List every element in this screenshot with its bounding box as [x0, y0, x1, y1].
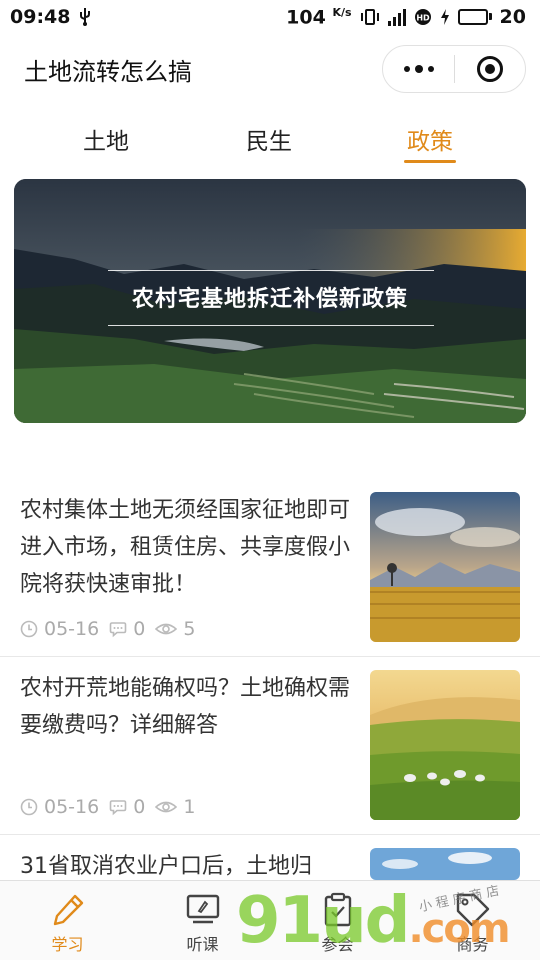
- page-title: 土地流转怎么搞: [24, 58, 192, 86]
- article-meta: 05-16 0 5: [20, 618, 205, 640]
- close-button[interactable]: [455, 46, 525, 92]
- comment-icon: [109, 622, 127, 638]
- banner-rule-top: [108, 270, 434, 271]
- miniprogram-capsule: [382, 45, 526, 93]
- meta-date: 05-16: [20, 796, 99, 818]
- category-tabs: 土地 民生 政策: [0, 112, 540, 168]
- meta-comments: 0: [109, 796, 145, 818]
- clock-icon: [20, 798, 38, 816]
- article-meta: 05-16 0 1: [20, 796, 205, 818]
- title-bar: 土地流转怎么搞: [0, 34, 540, 106]
- meta-date: 05-16: [20, 618, 99, 640]
- battery-level: 20: [499, 5, 526, 28]
- article-title: 农村开荒地能确权吗？土地确权需要缴费吗？详细解答: [20, 676, 351, 738]
- banner-rule-bottom: [108, 325, 434, 326]
- nav-label: 听课: [186, 934, 219, 954]
- article-thumbnail: [370, 670, 520, 820]
- nav-item-study[interactable]: 学习: [0, 881, 135, 960]
- comment-icon: [109, 800, 127, 816]
- status-bar: 09:48 104 K/s HD 20: [0, 0, 540, 34]
- nav-label: 学习: [51, 934, 84, 954]
- article-item[interactable]: 农村集体土地无须经国家征地即可进入市场，租赁住房、共享度假小院将获快速审批！ 0…: [0, 490, 540, 656]
- meta-views: 5: [155, 618, 195, 640]
- svg-text:HD: HD: [416, 13, 430, 22]
- hd-icon: HD: [414, 8, 431, 25]
- signal-4g-icon: [387, 8, 406, 26]
- article-thumbnail: [370, 492, 520, 642]
- battery-icon: [457, 8, 492, 25]
- charging-icon: [440, 8, 449, 25]
- list-divider: [0, 834, 540, 835]
- active-tab-indicator: [404, 160, 456, 163]
- status-left: 09:48: [10, 6, 92, 28]
- clock-icon: [20, 620, 38, 638]
- monitor-icon: [186, 894, 219, 923]
- meta-views: 1: [155, 796, 195, 818]
- pencil-icon: [53, 894, 83, 925]
- tab-land[interactable]: 土地: [66, 122, 146, 156]
- tab-livelihood[interactable]: 民生: [229, 122, 309, 156]
- article-item[interactable]: 农村开荒地能确权吗？土地确权需要缴费吗？详细解答 05-16 0 1: [0, 670, 540, 834]
- meta-comments: 0: [109, 618, 145, 640]
- more-button[interactable]: [383, 46, 454, 92]
- list-divider: [0, 656, 540, 657]
- more-dots-icon: [403, 65, 434, 73]
- status-right: 104 K/s HD 20: [286, 6, 526, 28]
- usb-icon: [80, 8, 91, 26]
- eye-icon: [155, 623, 178, 635]
- banner-title: 农村宅基地拆迁补偿新政策: [131, 286, 408, 312]
- vibrate-icon: [360, 8, 379, 25]
- article-title: 农村集体土地无须经国家征地即可进入市场，租赁住房、共享度假小院将获快速审批！: [20, 498, 351, 597]
- banner[interactable]: 农村宅基地拆迁补偿新政策: [14, 179, 526, 423]
- eye-icon: [155, 801, 178, 813]
- close-target-icon: [476, 56, 503, 82]
- net-speed: 104 K/s: [286, 5, 352, 29]
- article-thumbnail: [370, 848, 520, 880]
- status-time: 09:48: [10, 6, 71, 28]
- tab-policy[interactable]: 政策: [390, 122, 470, 156]
